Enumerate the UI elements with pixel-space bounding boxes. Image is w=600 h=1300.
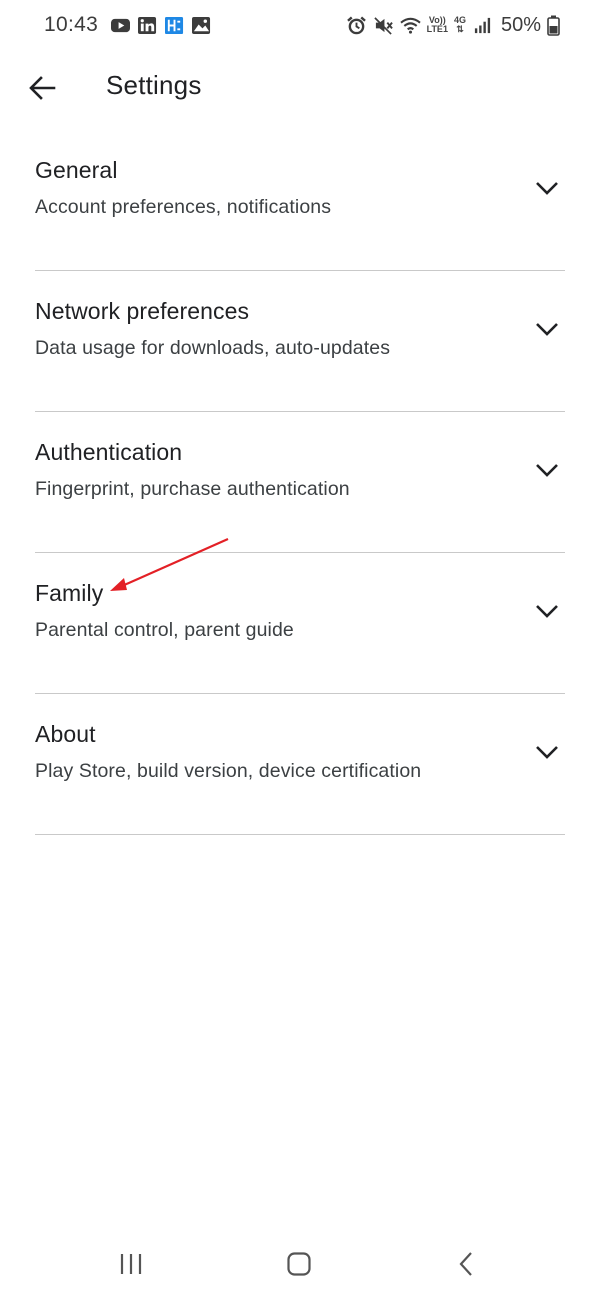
setting-network-preferences[interactable]: Network preferences Data usage for downl… bbox=[35, 271, 565, 412]
chevron-down-icon[interactable] bbox=[533, 597, 561, 625]
navigation-bar bbox=[0, 1230, 600, 1300]
back-button[interactable] bbox=[22, 68, 62, 108]
setting-subtitle: Fingerprint, purchase authentication bbox=[35, 478, 350, 500]
battery-percent: 50% bbox=[500, 13, 541, 36]
volte-bottom: LTE1 bbox=[426, 24, 448, 34]
home-icon bbox=[287, 1252, 311, 1276]
setting-subtitle: Account preferences, notifications bbox=[35, 196, 332, 218]
chevron-down-icon[interactable] bbox=[533, 315, 561, 343]
setting-subtitle: Play Store, build version, device certif… bbox=[35, 760, 422, 782]
system-back-button[interactable] bbox=[442, 1244, 492, 1284]
app-notification-icon bbox=[165, 16, 184, 34]
recents-icon bbox=[120, 1254, 142, 1274]
setting-title: About bbox=[35, 721, 96, 747]
chevron-down-icon[interactable] bbox=[533, 456, 561, 484]
setting-title: Authentication bbox=[35, 439, 183, 465]
setting-authentication[interactable]: Authentication Fingerprint, purchase aut… bbox=[35, 412, 565, 553]
youtube-icon bbox=[111, 18, 131, 32]
setting-subtitle: Parental control, parent guide bbox=[35, 619, 294, 641]
status-bar-right: Vo)) LTE1 4G ⇅ 50% bbox=[346, 14, 560, 37]
status-time: 10:43 bbox=[44, 13, 99, 36]
battery-icon bbox=[547, 15, 560, 36]
chevron-down-icon[interactable] bbox=[533, 738, 561, 766]
setting-general[interactable]: General Account preferences, notificatio… bbox=[35, 130, 565, 271]
setting-title: General bbox=[35, 157, 118, 183]
gallery-icon bbox=[192, 16, 211, 34]
setting-title: Network preferences bbox=[35, 298, 250, 324]
setting-about[interactable]: About Play Store, build version, device … bbox=[35, 694, 565, 835]
status-bar-left: 10:43 bbox=[44, 13, 212, 37]
app-bar: Settings bbox=[0, 58, 600, 118]
mute-icon bbox=[373, 16, 393, 35]
alarm-icon bbox=[346, 16, 366, 34]
status-bar: 10:43 Vo)) LTE1 4G ⇅ 50% bbox=[0, 0, 600, 50]
network-gen-indicator: 4G ⇅ bbox=[454, 16, 466, 34]
page-title: Settings bbox=[106, 70, 202, 100]
signal-icon bbox=[474, 17, 491, 33]
volte-indicator: Vo)) LTE1 bbox=[427, 16, 448, 34]
linkedin-icon bbox=[138, 16, 157, 34]
chevron-down-icon[interactable] bbox=[533, 174, 561, 202]
arrow-back-icon bbox=[29, 76, 56, 100]
screen: 10:43 Vo)) LTE1 4G ⇅ 50% Settings Genera… bbox=[0, 0, 600, 1300]
chevron-left-icon bbox=[459, 1252, 472, 1276]
home-button[interactable] bbox=[274, 1244, 324, 1284]
settings-list: General Account preferences, notificatio… bbox=[35, 130, 565, 835]
setting-title: Family bbox=[35, 580, 104, 606]
setting-family[interactable]: Family Parental control, parent guide bbox=[35, 553, 565, 694]
wifi-icon bbox=[399, 17, 421, 34]
setting-subtitle: Data usage for downloads, auto-updates bbox=[35, 337, 391, 359]
recents-button[interactable] bbox=[106, 1244, 156, 1284]
data-arrows-icon: ⇅ bbox=[456, 24, 464, 34]
